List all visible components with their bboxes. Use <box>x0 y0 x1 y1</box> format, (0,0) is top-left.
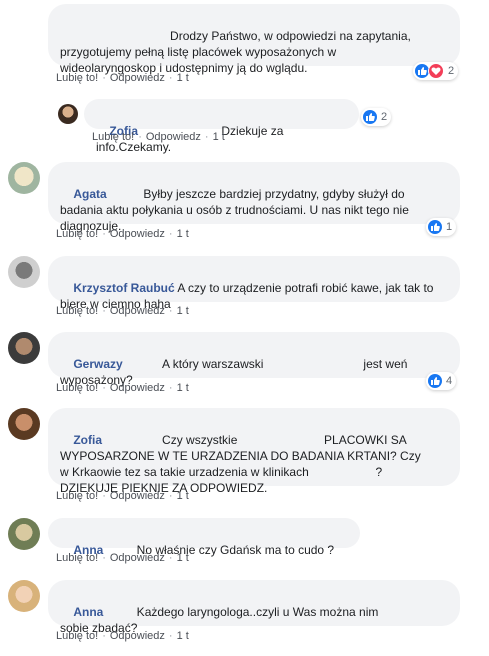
like-button[interactable]: Lubię to! <box>56 382 98 394</box>
timestamp[interactable]: 1 t <box>177 382 189 394</box>
comment-actions: Lubię to! · Odpowiedz · 1 t <box>56 228 189 240</box>
comment-bubble: Krzysztof Raubuć A czy to urządzenie pot… <box>48 256 460 311</box>
reactions-summary[interactable]: 4 <box>426 372 457 390</box>
timestamp[interactable]: 1 t <box>177 552 189 564</box>
avatar[interactable] <box>8 8 40 40</box>
timestamp[interactable]: 1 t <box>177 305 189 317</box>
avatar[interactable] <box>8 256 40 288</box>
comment-actions: Lubię to! · Odpowiedz · 1 t <box>56 630 189 642</box>
reaction-count: 2 <box>381 111 388 123</box>
like-icon <box>428 374 442 388</box>
reactions-summary[interactable]: 2 <box>413 62 459 80</box>
comment-bubble: Zofia Dziekuje za info.Czekamy. <box>84 99 359 154</box>
comment-bubble: Agata Byłby jeszcze bardziej przydatny, … <box>48 162 460 233</box>
avatar[interactable] <box>8 332 40 364</box>
reaction-count: 1 <box>446 221 453 233</box>
comment-text: Czy wszystkie PLACOWKI SA WYPOSARZONE W … <box>60 433 421 495</box>
comment-actions: Lubię to! · Odpowiedz · 1 t <box>56 305 189 317</box>
love-icon <box>428 63 444 79</box>
reaction-count: 2 <box>448 65 455 77</box>
comment-bubble: Gerwazy A który warszawski jest weń wypo… <box>48 332 460 387</box>
reply-button[interactable]: Odpowiedz <box>146 131 201 143</box>
timestamp[interactable]: 1 t <box>213 131 225 143</box>
reactions-summary[interactable]: 1 <box>426 218 457 236</box>
comment-bubble: Anna Każdego laryngologa..czyli u Was mo… <box>48 580 460 635</box>
reaction-count: 4 <box>446 375 453 387</box>
like-icon <box>428 220 442 234</box>
comment-actions: Lubię to! · Odpowiedz · 1 t <box>92 131 225 143</box>
like-button[interactable]: Lubię to! <box>56 305 98 317</box>
comment-actions: Lubię to! · Odpowiedz · 1 t <box>56 382 189 394</box>
comment-bubble: Zofia Czy wszystkie PLACOWKI SA WYPOSARZ… <box>48 408 460 495</box>
timestamp[interactable]: 1 t <box>177 228 189 240</box>
reply-button[interactable]: Odpowiedz <box>110 228 165 240</box>
reply-button[interactable]: Odpowiedz <box>110 305 165 317</box>
like-icon <box>363 110 377 124</box>
reply-button[interactable]: Odpowiedz <box>110 552 165 564</box>
comment-text: Byłby jeszcze bardziej przydatny, gdyby … <box>60 187 409 233</box>
comment-bubble: Drodzy Państwo, w odpowiedzi na zapytani… <box>48 4 460 75</box>
reply-button[interactable]: Odpowiedz <box>110 72 165 84</box>
reactions-summary[interactable]: 2 <box>361 108 392 126</box>
comment-text: Drodzy Państwo, w odpowiedzi na zapytani… <box>60 29 411 75</box>
comment-author[interactable]: Anna <box>73 605 103 619</box>
timestamp[interactable]: 1 t <box>177 630 189 642</box>
like-button[interactable]: Lubię to! <box>56 630 98 642</box>
comment-author[interactable]: Agata <box>73 187 106 201</box>
comment-actions: Lubię to! · Odpowiedz · 1 t <box>56 552 189 564</box>
timestamp[interactable]: 1 t <box>177 72 189 84</box>
avatar[interactable] <box>58 104 78 124</box>
like-button[interactable]: Lubię to! <box>56 228 98 240</box>
comment-bubble: Anna No właśnie czy Gdańsk ma to cudo ? <box>48 518 360 557</box>
reply-button[interactable]: Odpowiedz <box>110 490 165 502</box>
reply-button[interactable]: Odpowiedz <box>110 630 165 642</box>
like-button[interactable]: Lubię to! <box>56 72 98 84</box>
avatar[interactable] <box>8 518 40 550</box>
like-icon <box>415 64 429 78</box>
timestamp[interactable]: 1 t <box>177 490 189 502</box>
avatar[interactable] <box>8 162 40 194</box>
comment-author[interactable]: Krzysztof Raubuć <box>73 281 174 295</box>
like-button[interactable]: Lubię to! <box>56 490 98 502</box>
reply-button[interactable]: Odpowiedz <box>110 382 165 394</box>
like-button[interactable]: Lubię to! <box>92 131 134 143</box>
comment-author[interactable]: Gerwazy <box>73 357 122 371</box>
like-button[interactable]: Lubię to! <box>56 552 98 564</box>
avatar[interactable] <box>8 408 40 440</box>
comment-actions: Lubię to! · Odpowiedz · 1 t <box>56 72 189 84</box>
avatar[interactable] <box>8 580 40 612</box>
comment-actions: Lubię to! · Odpowiedz · 1 t <box>56 490 189 502</box>
comment-author[interactable]: Zofia <box>73 433 102 447</box>
